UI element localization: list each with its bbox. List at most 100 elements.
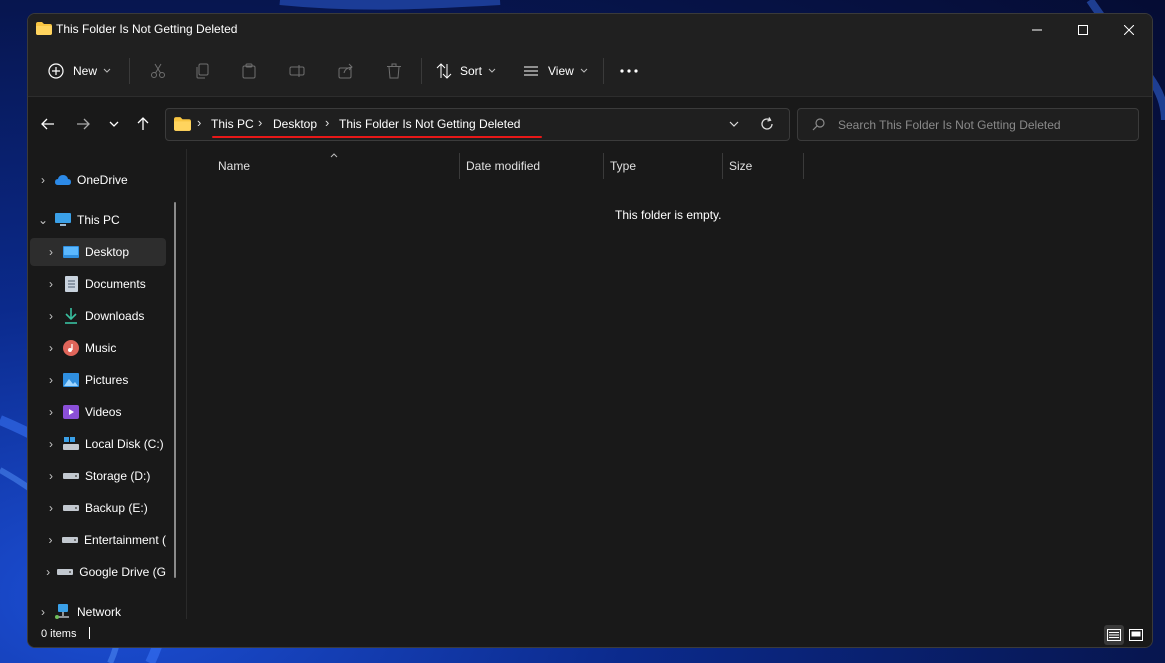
sidebar-item-downloads[interactable]: › Downloads [30, 302, 166, 330]
new-button[interactable]: New [48, 46, 112, 96]
breadcrumb-separator[interactable]: › [325, 115, 329, 130]
toolbar-divider [129, 58, 130, 84]
new-label: New [73, 64, 98, 78]
breadcrumb-current-folder[interactable]: This Folder Is Not Getting Deleted [339, 117, 520, 131]
navigation-bar: › This PC › Desktop › This Folder Is Not… [28, 97, 1152, 149]
sidebar-item-local-disk-c[interactable]: › Local Disk (C:) [30, 430, 166, 458]
minimize-icon [1032, 29, 1042, 31]
maximize-button[interactable] [1060, 14, 1106, 46]
sidebar-item-videos[interactable]: › Videos [30, 398, 166, 426]
file-list-pane[interactable]: Name Date modified Type Size This folder… [187, 149, 1152, 619]
column-header-date-modified[interactable]: Date modified [466, 159, 540, 173]
sidebar-item-desktop[interactable]: › Desktop [30, 238, 166, 266]
close-icon [1124, 25, 1134, 35]
toolbar-divider [421, 58, 422, 84]
videos-icon [63, 404, 79, 420]
column-divider[interactable] [722, 153, 723, 179]
chevron-right-icon[interactable]: › [44, 501, 58, 515]
breadcrumb-desktop[interactable]: Desktop [273, 117, 317, 131]
sidebar-item-label: Documents [85, 277, 146, 291]
chevron-right-icon[interactable]: › [44, 565, 52, 579]
sidebar-item-google-drive[interactable]: › Google Drive (G [30, 558, 166, 586]
back-button[interactable] [35, 111, 61, 137]
sidebar-item-label: Backup (E:) [85, 501, 148, 515]
chevron-down-icon[interactable] [729, 121, 739, 128]
chevron-right-icon[interactable]: › [44, 341, 58, 355]
search-box[interactable]: Search This Folder Is Not Getting Delete… [797, 108, 1139, 141]
large-icons-view-button[interactable] [1126, 625, 1146, 645]
navigation-pane: › OneDrive ⌄ This PC › Desktop › Documen… [28, 149, 186, 619]
sort-button[interactable]: Sort [436, 46, 506, 96]
status-bar: 0 items [28, 621, 1152, 647]
address-bar[interactable]: › This PC › Desktop › This Folder Is Not… [165, 108, 790, 141]
rename-button[interactable] [284, 46, 310, 96]
column-header-name[interactable]: Name [218, 159, 250, 173]
chevron-right-icon[interactable]: › [44, 533, 57, 547]
file-explorer-window: This Folder Is Not Getting Deleted New S… [27, 13, 1153, 648]
breadcrumb-separator[interactable]: › [197, 115, 201, 130]
delete-button[interactable] [381, 46, 407, 96]
drive-icon [61, 532, 78, 548]
sidebar-scrollbar[interactable] [174, 202, 176, 578]
breadcrumb-separator[interactable]: › [258, 115, 262, 130]
sort-label: Sort [460, 64, 483, 78]
breadcrumb-this-pc[interactable]: This PC [211, 117, 254, 131]
chevron-right-icon[interactable]: › [44, 245, 58, 259]
arrow-right-icon [77, 118, 90, 130]
chevron-right-icon[interactable]: › [44, 405, 58, 419]
chevron-right-icon[interactable]: › [44, 373, 58, 387]
window-title: This Folder Is Not Getting Deleted [56, 22, 238, 36]
chevron-right-icon[interactable]: › [44, 469, 58, 483]
sidebar-item-onedrive[interactable]: › OneDrive [30, 166, 166, 194]
up-button[interactable] [130, 111, 156, 137]
see-more-button[interactable] [616, 46, 642, 96]
sidebar-item-label: Downloads [85, 309, 145, 323]
downloads-icon [63, 308, 79, 324]
column-divider[interactable] [459, 153, 460, 179]
chevron-right-icon[interactable]: › [44, 277, 58, 291]
sidebar-item-label: This PC [77, 213, 120, 227]
chevron-down-icon[interactable]: ⌄ [36, 213, 50, 227]
chevron-right-icon[interactable]: › [44, 437, 58, 451]
paste-button[interactable] [236, 46, 262, 96]
sidebar-item-music[interactable]: › Music [30, 334, 166, 362]
sort-icon [436, 63, 452, 79]
sidebar-item-pictures[interactable]: › Pictures [30, 366, 166, 394]
search-placeholder: Search This Folder Is Not Getting Delete… [838, 118, 1061, 132]
chevron-down-icon [488, 68, 496, 73]
desktop-icon [63, 244, 79, 260]
trash-icon [387, 63, 401, 79]
refresh-icon[interactable] [760, 117, 774, 131]
chevron-right-icon[interactable]: › [36, 605, 50, 619]
empty-folder-message: This folder is empty. [615, 208, 722, 222]
column-divider[interactable] [803, 153, 804, 179]
minimize-button[interactable] [1014, 14, 1060, 46]
forward-button[interactable] [70, 111, 96, 137]
search-icon [812, 118, 825, 131]
details-view-button[interactable] [1104, 625, 1124, 645]
sidebar-item-storage-d[interactable]: › Storage (D:) [30, 462, 166, 490]
sidebar-item-label: Network [77, 605, 122, 619]
onedrive-icon [55, 172, 71, 188]
music-icon [63, 340, 79, 356]
chevron-right-icon[interactable]: › [44, 309, 58, 323]
share-button[interactable] [333, 46, 359, 96]
cut-button[interactable] [145, 46, 171, 96]
view-button[interactable]: View [523, 46, 593, 96]
title-bar[interactable]: This Folder Is Not Getting Deleted [28, 14, 1152, 46]
column-header-type[interactable]: Type [610, 159, 636, 173]
local-disk-icon [63, 436, 79, 452]
copy-button[interactable] [190, 46, 216, 96]
column-divider[interactable] [603, 153, 604, 179]
close-button[interactable] [1106, 14, 1152, 46]
sidebar-item-this-pc[interactable]: ⌄ This PC [30, 206, 166, 234]
chevron-right-icon[interactable]: › [36, 173, 50, 187]
column-header-size[interactable]: Size [729, 159, 752, 173]
recent-locations-button[interactable] [101, 111, 127, 137]
pictures-icon [63, 372, 79, 388]
sidebar-item-backup-e[interactable]: › Backup (E:) [30, 494, 166, 522]
share-icon [338, 63, 353, 79]
sidebar-item-entertainment[interactable]: › Entertainment ( [30, 526, 166, 554]
sidebar-item-documents[interactable]: › Documents [30, 270, 166, 298]
sort-ascending-icon [330, 153, 338, 158]
